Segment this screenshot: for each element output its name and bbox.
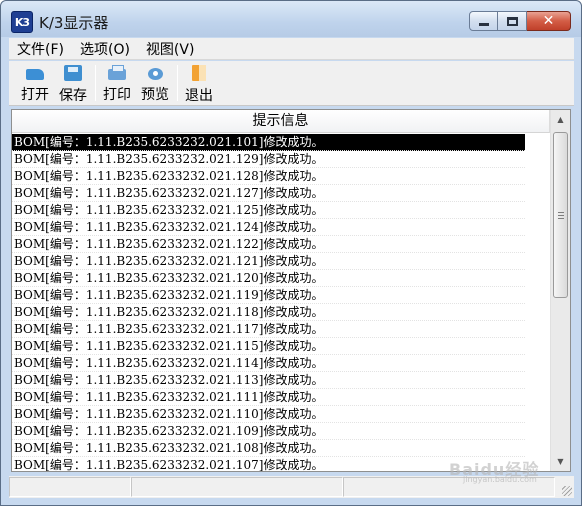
maximize-button[interactable] (498, 11, 527, 31)
status-pane (131, 477, 343, 497)
save-disk-icon (64, 65, 82, 81)
list-item[interactable]: BOM[编号：1.11.B235.6233232.021.111]修改成功。 (12, 389, 525, 406)
app-window: K3 K/3显示器 ✕ 文件(F) 选项(O) 视图(V) 打开 保存 打印 预… (0, 0, 582, 506)
list-item[interactable]: BOM[编号：1.11.B235.6233232.021.108]修改成功。 (12, 440, 525, 457)
list-item[interactable]: BOM[编号：1.11.B235.6233232.021.109]修改成功。 (12, 423, 525, 440)
list-item[interactable]: BOM[编号：1.11.B235.6233232.021.129]修改成功。 (12, 151, 525, 168)
exit-button[interactable]: 退出 (183, 65, 215, 104)
close-icon: ✕ (542, 13, 555, 29)
toolbar: 打开 保存 打印 预览 退出 (9, 61, 574, 106)
watermark-url: jingyan.baidu.com (463, 475, 537, 484)
vertical-scrollbar[interactable]: ▲ ▼ (550, 110, 570, 471)
resize-grip-icon[interactable] (562, 486, 572, 496)
maximize-icon (506, 16, 518, 26)
toolbar-separator (95, 65, 96, 101)
title-bar[interactable]: K3 K/3显示器 ✕ (1, 1, 581, 37)
list-item[interactable]: BOM[编号：1.11.B235.6233232.021.120]修改成功。 (12, 270, 525, 287)
menu-options[interactable]: 选项(O) (72, 39, 138, 59)
thumb-grip (558, 218, 564, 219)
list-item[interactable]: BOM[编号：1.11.B235.6233232.021.127]修改成功。 (12, 185, 525, 202)
minimize-icon (478, 22, 489, 26)
list-item[interactable]: BOM[编号：1.11.B235.6233232.021.122]修改成功。 (12, 236, 525, 253)
list-item[interactable]: BOM[编号：1.11.B235.6233232.021.113]修改成功。 (12, 372, 525, 389)
menu-bar: 文件(F) 选项(O) 视图(V) (9, 38, 574, 60)
preview-eye-icon (147, 68, 163, 80)
open-label: 打开 (21, 87, 49, 103)
list-item[interactable]: BOM[编号：1.11.B235.6233232.021.119]修改成功。 (12, 287, 525, 304)
caption-buttons: ✕ (469, 11, 571, 31)
message-list-body: BOM[编号：1.11.B235.6233232.021.101]修改成功。 BO… (12, 134, 550, 471)
list-item[interactable]: BOM[编号：1.11.B235.6233232.021.114]修改成功。 (12, 355, 525, 372)
scroll-down-icon[interactable]: ▼ (552, 453, 569, 470)
window-title: K/3显示器 (39, 14, 109, 32)
list-item[interactable]: BOM[编号：1.11.B235.6233232.021.101]修改成功。 (12, 134, 525, 151)
list-item[interactable]: BOM[编号：1.11.B235.6233232.021.117]修改成功。 (12, 321, 525, 338)
close-button[interactable]: ✕ (527, 11, 571, 31)
save-label: 保存 (59, 88, 87, 104)
open-button[interactable]: 打开 (19, 65, 51, 103)
preview-label: 预览 (141, 87, 169, 103)
scroll-up-icon[interactable]: ▲ (552, 111, 569, 128)
minimize-button[interactable] (469, 11, 498, 31)
menu-file[interactable]: 文件(F) (9, 39, 72, 59)
list-item[interactable]: BOM[编号：1.11.B235.6233232.021.128]修改成功。 (12, 168, 525, 185)
list-item[interactable]: BOM[编号：1.11.B235.6233232.021.110]修改成功。 (12, 406, 525, 423)
scrollbar-thumb[interactable] (553, 132, 568, 298)
list-item[interactable]: BOM[编号：1.11.B235.6233232.021.124]修改成功。 (12, 219, 525, 236)
print-label: 打印 (103, 87, 131, 103)
status-pane (9, 477, 131, 497)
printer-icon (108, 65, 126, 80)
folder-open-icon (26, 69, 44, 80)
thumb-grip (558, 215, 564, 216)
save-button[interactable]: 保存 (57, 65, 89, 104)
menu-view[interactable]: 视图(V) (138, 39, 203, 59)
toolbar-separator (177, 65, 178, 101)
thumb-grip (558, 212, 564, 213)
preview-button[interactable]: 预览 (139, 65, 171, 103)
exit-door-icon (192, 65, 206, 81)
column-header-message[interactable]: 提示信息 (12, 110, 550, 133)
list-item[interactable]: BOM[编号：1.11.B235.6233232.021.118]修改成功。 (12, 304, 525, 321)
list-item[interactable]: BOM[编号：1.11.B235.6233232.021.115]修改成功。 (12, 338, 525, 355)
message-list[interactable]: 提示信息 BOM[编号：1.11.B235.6233232.021.101]修改… (11, 109, 571, 472)
list-item[interactable]: BOM[编号：1.11.B235.6233232.021.125]修改成功。 (12, 202, 525, 219)
print-button[interactable]: 打印 (101, 65, 133, 103)
list-item[interactable]: BOM[编号：1.11.B235.6233232.021.121]修改成功。 (12, 253, 525, 270)
app-icon[interactable]: K3 (11, 11, 33, 33)
exit-label: 退出 (185, 88, 213, 104)
